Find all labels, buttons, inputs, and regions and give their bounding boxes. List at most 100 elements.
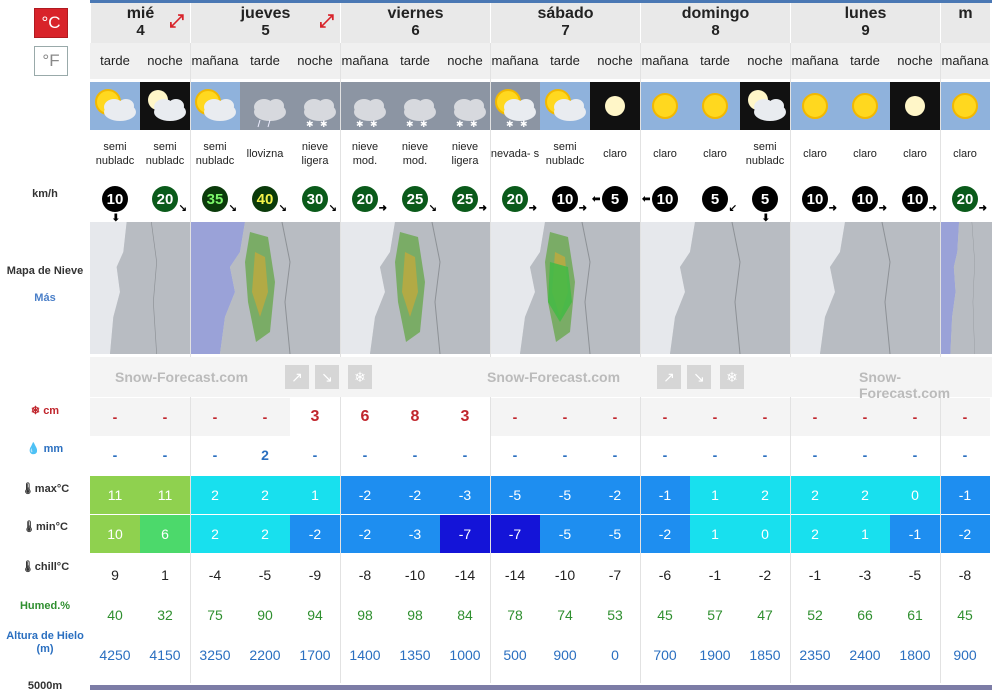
snow-map-thumbnail[interactable] xyxy=(640,222,790,354)
wind-direction-icon: ↙ xyxy=(728,203,737,214)
more-link[interactable]: Más xyxy=(0,292,90,304)
celsius-button[interactable]: °C xyxy=(34,8,68,38)
weather-description: claro xyxy=(853,148,877,160)
snow-map-thumbnail[interactable] xyxy=(790,222,940,354)
snowfall-cell: - xyxy=(740,398,790,436)
fahrenheit-button[interactable]: °F xyxy=(34,46,68,76)
expand-icon[interactable]: ⤢ xyxy=(170,12,184,30)
min-temp-cell: -1 xyxy=(890,515,940,553)
wind-label: km/h xyxy=(32,188,58,200)
svg-text:✱: ✱ xyxy=(356,119,364,129)
day-header: jueves 5 ⤢ xyxy=(190,3,340,43)
min-temp-cell: 1 xyxy=(840,515,890,553)
weather-description: claro xyxy=(903,148,927,160)
time-of-day: mañana xyxy=(190,43,240,79)
day-number: 8 xyxy=(711,22,720,39)
humidity-cell: 53 xyxy=(607,607,623,623)
weather-description: nieve ligera xyxy=(451,141,479,167)
weather-description: nieve mod. xyxy=(401,141,429,167)
wind-cell: 10 ➜ xyxy=(840,180,890,218)
time-of-day: noche xyxy=(140,43,190,79)
weather-description: claro xyxy=(653,148,677,160)
freezing-level-cell: 1350 xyxy=(399,647,431,663)
snow-map-thumbnail[interactable] xyxy=(940,222,992,354)
expand-icon[interactable]: ⤢ xyxy=(320,12,334,30)
time-of-day: tarde xyxy=(690,43,740,79)
arrow-icon: ↘ xyxy=(687,365,711,389)
freezing-level-cell: 4150 xyxy=(149,647,181,663)
snow-map-thumbnail[interactable] xyxy=(490,222,640,354)
rain-cell: - xyxy=(712,447,718,463)
humidity-cell: 45 xyxy=(957,607,973,623)
wind-cell: 20 ➜ xyxy=(940,180,990,218)
snowfall-cell: 3 xyxy=(290,398,340,436)
freezing-level-cell: 700 xyxy=(653,647,677,663)
time-of-day: tarde xyxy=(540,43,590,79)
snow-icon: ✱ ✱ xyxy=(340,82,390,130)
day-header: sábado 7 xyxy=(490,3,640,43)
freezing-level-cell: 900 xyxy=(553,647,577,663)
wind-direction-icon: ➜ xyxy=(478,203,487,214)
chill-cell: 9 xyxy=(111,567,119,583)
wind-cell: 25 ➜ xyxy=(440,180,490,218)
day-name: viernes xyxy=(387,5,444,22)
light-snow-icon: ✱ ✱ xyxy=(440,82,490,130)
wind-speed-badge: 35 ↘ xyxy=(202,186,237,214)
snowfall-cell: 3 xyxy=(440,398,490,436)
chill-cell: -7 xyxy=(608,567,622,583)
snow-map-thumbnail[interactable] xyxy=(90,222,190,354)
altitude-label: 5000m xyxy=(27,680,63,692)
chill-cell: -1 xyxy=(808,567,822,583)
rain-cell: - xyxy=(662,447,668,463)
time-of-day: noche xyxy=(890,43,940,79)
max-temp-cell: 1 xyxy=(690,476,740,514)
max-temp-cell: -2 xyxy=(340,476,390,514)
chill-cell: -9 xyxy=(308,567,322,583)
humidity-cell: 52 xyxy=(807,607,823,623)
day-name: jueves xyxy=(240,5,291,22)
max-temp-cell: -1 xyxy=(640,476,690,514)
min-temp-cell: 2 xyxy=(240,515,290,553)
clear-moon-icon xyxy=(590,82,640,130)
wind-cell: 20 ➜ xyxy=(490,180,540,218)
wind-cell: 35 ↘ xyxy=(190,180,240,218)
freezing-level-cell: 1400 xyxy=(349,647,381,663)
day-header: lunes 9 xyxy=(790,3,940,43)
banner-text: Snow-Forecast.com xyxy=(487,369,621,385)
wind-direction-icon: ↘ xyxy=(278,203,287,214)
max-temp-cell: -2 xyxy=(590,476,640,514)
clear-moon-icon xyxy=(890,82,940,130)
wind-cell: 40 ↘ xyxy=(240,180,290,218)
weather-description: claro xyxy=(953,148,977,160)
partly-cloudy-sun-icon xyxy=(540,82,590,130)
wind-direction-icon: ↘ xyxy=(228,203,237,214)
rain-cell: - xyxy=(312,447,318,463)
partly-cloudy-moon-icon xyxy=(740,82,790,130)
wind-cell: 20 ↘ xyxy=(140,180,190,218)
rain-cell: - xyxy=(812,447,818,463)
arrow-icon: ↗ xyxy=(285,365,309,389)
snowfall-cell: - xyxy=(790,398,840,436)
wind-direction-icon: ➜ xyxy=(378,203,387,214)
snowfall-cell: - xyxy=(240,398,290,436)
snowfall-cell: - xyxy=(190,398,240,436)
humidity-cell: 32 xyxy=(157,607,173,623)
wind-speed-badge: 10 ➜ xyxy=(902,186,937,214)
wind-cell: 10 ⬅ xyxy=(640,180,690,218)
svg-text:✱: ✱ xyxy=(506,119,514,129)
snow-map-thumbnail[interactable] xyxy=(190,222,340,354)
max-temp-cell: -2 xyxy=(390,476,440,514)
day-header: mié 4 ⤢ xyxy=(90,3,190,43)
rain-cell: - xyxy=(612,447,618,463)
wind-direction-icon: ➜ xyxy=(878,203,887,214)
chill-label: 🌡chill°C xyxy=(20,561,70,573)
max-temp-cell: 2 xyxy=(740,476,790,514)
weather-description: nieve ligera xyxy=(301,141,329,167)
site-banner: Snow-Forecast.com ↗ ↘ ❄ Snow-Forecast.co… xyxy=(90,357,992,401)
day-name: lunes xyxy=(844,5,887,22)
max-temp-cell: -5 xyxy=(540,476,590,514)
max-temp-label: 🌡max°C xyxy=(20,483,70,495)
snow-map-thumbnail[interactable] xyxy=(340,222,490,354)
wind-cell: 20 ➜ xyxy=(340,180,390,218)
max-temp-cell: -3 xyxy=(440,476,490,514)
